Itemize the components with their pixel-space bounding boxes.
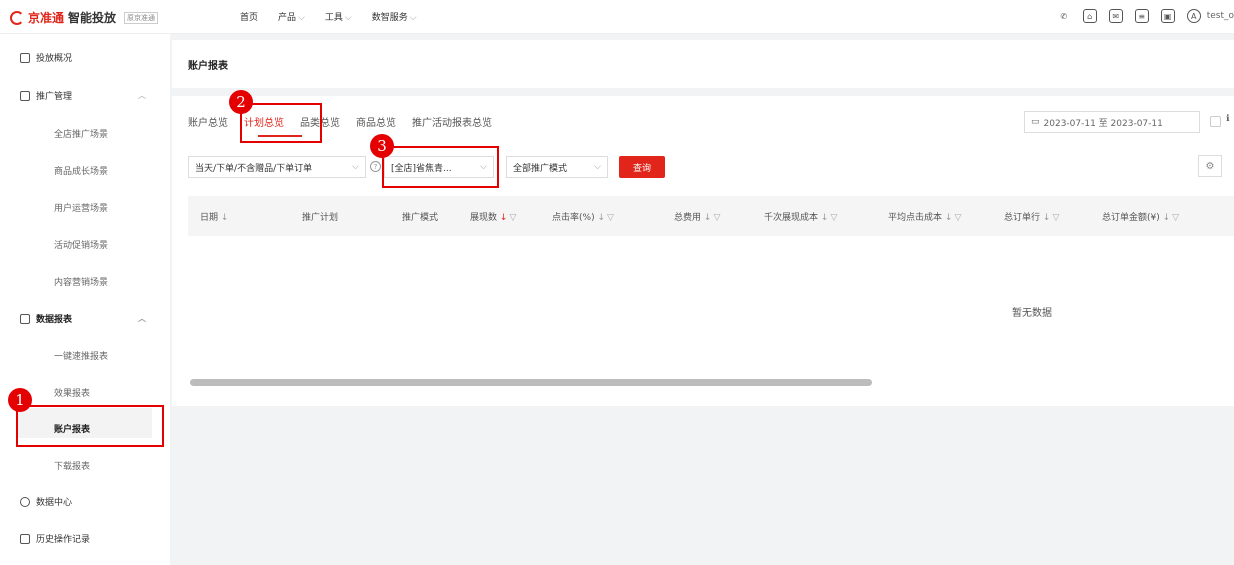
chevron-down-icon: ⌵ xyxy=(298,13,305,23)
filter-icon: ▽ xyxy=(1172,213,1180,223)
document-icon[interactable]: ≡ xyxy=(1134,9,1149,23)
calendar-icon: ▭ xyxy=(1031,117,1040,127)
sidebar-item-store-promo[interactable]: 全店推广场景 xyxy=(54,127,108,140)
annotation-marker-2: 2 xyxy=(229,90,253,114)
table-header: 日期 ↓ 推广计划 推广模式 展现数 ↓ ▽ 点击率(%) ↓ ▽ 总费用 ↓ ▽ 千… xyxy=(188,196,1234,236)
sidebar-item-quick-report[interactable]: 一键速推报表 xyxy=(54,349,108,362)
column-settings-button[interactable]: ⚙ xyxy=(1198,155,1222,177)
sidebar-item-effect-report[interactable]: 效果报表 xyxy=(54,386,90,399)
sort-icon: ↓ xyxy=(1042,213,1051,223)
nav-products[interactable]: 产品 ⌵ xyxy=(278,10,305,23)
col-impressions[interactable]: 展现数 ↓ ▽ xyxy=(470,210,516,223)
col-plan: 推广计划 xyxy=(302,213,339,223)
sidebar-group-promo-mgmt[interactable]: 推广管理 ︿ xyxy=(20,89,146,102)
col-ctr[interactable]: 点击率(%) ↓ ▽ xyxy=(552,210,614,223)
sidebar-item-user-ops[interactable]: 用户运营场景 xyxy=(54,201,108,214)
screen-icon[interactable]: ▣ xyxy=(1160,9,1175,23)
sort-icon: ↓ xyxy=(703,213,712,223)
filter-icon: ▽ xyxy=(509,213,517,223)
annotation-marker-3: 3 xyxy=(370,134,394,158)
sort-icon: ↓ xyxy=(944,213,953,223)
tab-account-overview[interactable]: 账户总览 xyxy=(188,114,228,129)
annotation-box-3 xyxy=(382,146,499,188)
filter-icon: ▽ xyxy=(830,213,838,223)
tab-product-overview[interactable]: 商品总览 xyxy=(356,114,396,129)
brand-name: 京准通 xyxy=(28,11,65,25)
compare-checkbox[interactable] xyxy=(1210,116,1221,127)
sidebar xyxy=(0,34,170,565)
report-card xyxy=(172,96,1234,406)
sidebar-item-content-marketing[interactable]: 内容营销场景 xyxy=(54,275,108,288)
username[interactable]: test_o xyxy=(1207,11,1234,21)
monitor-icon xyxy=(20,52,30,63)
briefcase-icon xyxy=(20,90,30,101)
col-order-rows[interactable]: 总订单行 ↓ ▽ xyxy=(1004,210,1059,223)
sort-icon: ↓ xyxy=(1162,213,1171,223)
filter-icon: ▽ xyxy=(607,213,614,223)
history-icon xyxy=(20,533,30,544)
col-date[interactable]: 日期 ↓ xyxy=(200,210,228,223)
promo-mode-select[interactable]: 全部推广模式 ⌵ xyxy=(506,156,608,178)
col-mode: 推广模式 xyxy=(402,213,439,223)
report-icon xyxy=(20,313,30,324)
query-button[interactable]: 查询 xyxy=(619,156,665,178)
col-cpc[interactable]: 平均点击成本 ↓ ▽ xyxy=(888,210,961,223)
bell-icon[interactable]: ⌂ xyxy=(1082,9,1097,23)
chevron-down-icon: ⌵ xyxy=(352,162,359,172)
brand-product: 智能投放 xyxy=(68,11,117,25)
sort-icon: ↓ xyxy=(820,213,829,223)
user-avatar-icon[interactable]: A xyxy=(1186,9,1201,23)
title-card xyxy=(172,40,1234,88)
sort-icon: ↓ xyxy=(499,213,508,223)
sort-icon: ↓ xyxy=(597,213,605,223)
brand-logo[interactable]: 京准通 智能投放 原京准通 xyxy=(10,9,159,26)
annotation-box-2 xyxy=(240,103,322,143)
empty-state-text: 暂无数据 xyxy=(1012,308,1052,319)
sidebar-item-download-report[interactable]: 下载报表 xyxy=(54,459,90,472)
sidebar-group-data-reports[interactable]: 数据报表 ︿ xyxy=(20,312,146,325)
report-tabs: 账户总览 计划总览 品类总览 商品总览 推广活动报表总览 xyxy=(188,114,508,129)
annotation-marker-1: 1 xyxy=(8,388,32,412)
sidebar-item-history[interactable]: 历史操作记录 xyxy=(20,532,90,545)
filter-icon: ▽ xyxy=(713,213,721,223)
chevron-up-icon: ︿ xyxy=(138,314,146,323)
sidebar-item-promotion-events[interactable]: 活动促销场景 xyxy=(54,238,108,251)
nav-data-services[interactable]: 数智服务 ⌵ xyxy=(372,10,417,23)
brand-badge: 原京准通 xyxy=(124,11,159,24)
jd-logo-icon xyxy=(10,10,24,25)
chevron-down-icon: ⌵ xyxy=(409,13,417,23)
database-icon xyxy=(20,496,30,507)
header-toolbar: ✆ ⌂ ✉ ≡ ▣ A test_o xyxy=(1057,9,1234,23)
chevron-up-icon: ︿ xyxy=(138,91,146,100)
date-range-picker[interactable]: ▭ 2023-07-11 至 2023-07-11 xyxy=(1024,111,1200,133)
main-nav: 首页 产品 ⌵ 工具 ⌵ 数智服务 ⌵ xyxy=(240,10,417,23)
gear-icon: ⚙ xyxy=(1205,160,1215,172)
col-total-cost[interactable]: 总费用 ↓ ▽ xyxy=(674,210,720,223)
col-cpm[interactable]: 千次展现成本 ↓ ▽ xyxy=(764,210,837,223)
col-order-amount[interactable]: 总订单金额(¥) ↓ ▽ xyxy=(1102,210,1179,223)
sidebar-item-data-center[interactable]: 数据中心 xyxy=(20,495,72,508)
chevron-down-icon: ⌵ xyxy=(344,13,352,23)
sidebar-item-product-growth[interactable]: 商品成长场景 xyxy=(54,164,108,177)
page-title: 账户报表 xyxy=(188,61,228,72)
nav-tools[interactable]: 工具 ⌵ xyxy=(325,10,352,23)
annotation-box-1 xyxy=(16,405,164,447)
sort-icon: ↓ xyxy=(220,213,229,223)
sidebar-item-overview[interactable]: 投放概况 xyxy=(20,51,72,64)
tab-campaign-overview[interactable]: 推广活动报表总览 xyxy=(412,114,492,129)
phone-icon[interactable]: ✆ xyxy=(1057,9,1071,23)
scrollbar-thumb[interactable] xyxy=(190,379,872,386)
mail-icon[interactable]: ✉ xyxy=(1108,9,1123,23)
chevron-down-icon: ⌵ xyxy=(594,162,601,172)
nav-home[interactable]: 首页 xyxy=(240,10,258,23)
filter-icon: ▽ xyxy=(1052,213,1060,223)
time-scope-select[interactable]: 当天/下单/不含赠品/下单订单 ⌵ xyxy=(188,156,366,178)
top-navigation-bar: 京准通 智能投放 原京准通 首页 产品 ⌵ 工具 ⌵ 数智服务 ⌵ ✆ ⌂ ✉ ≡ ▣… xyxy=(0,0,1234,34)
filter-icon: ▽ xyxy=(954,213,962,223)
compare-checkbox-label: ℹ xyxy=(1226,114,1230,124)
help-icon[interactable]: ? xyxy=(370,161,381,172)
